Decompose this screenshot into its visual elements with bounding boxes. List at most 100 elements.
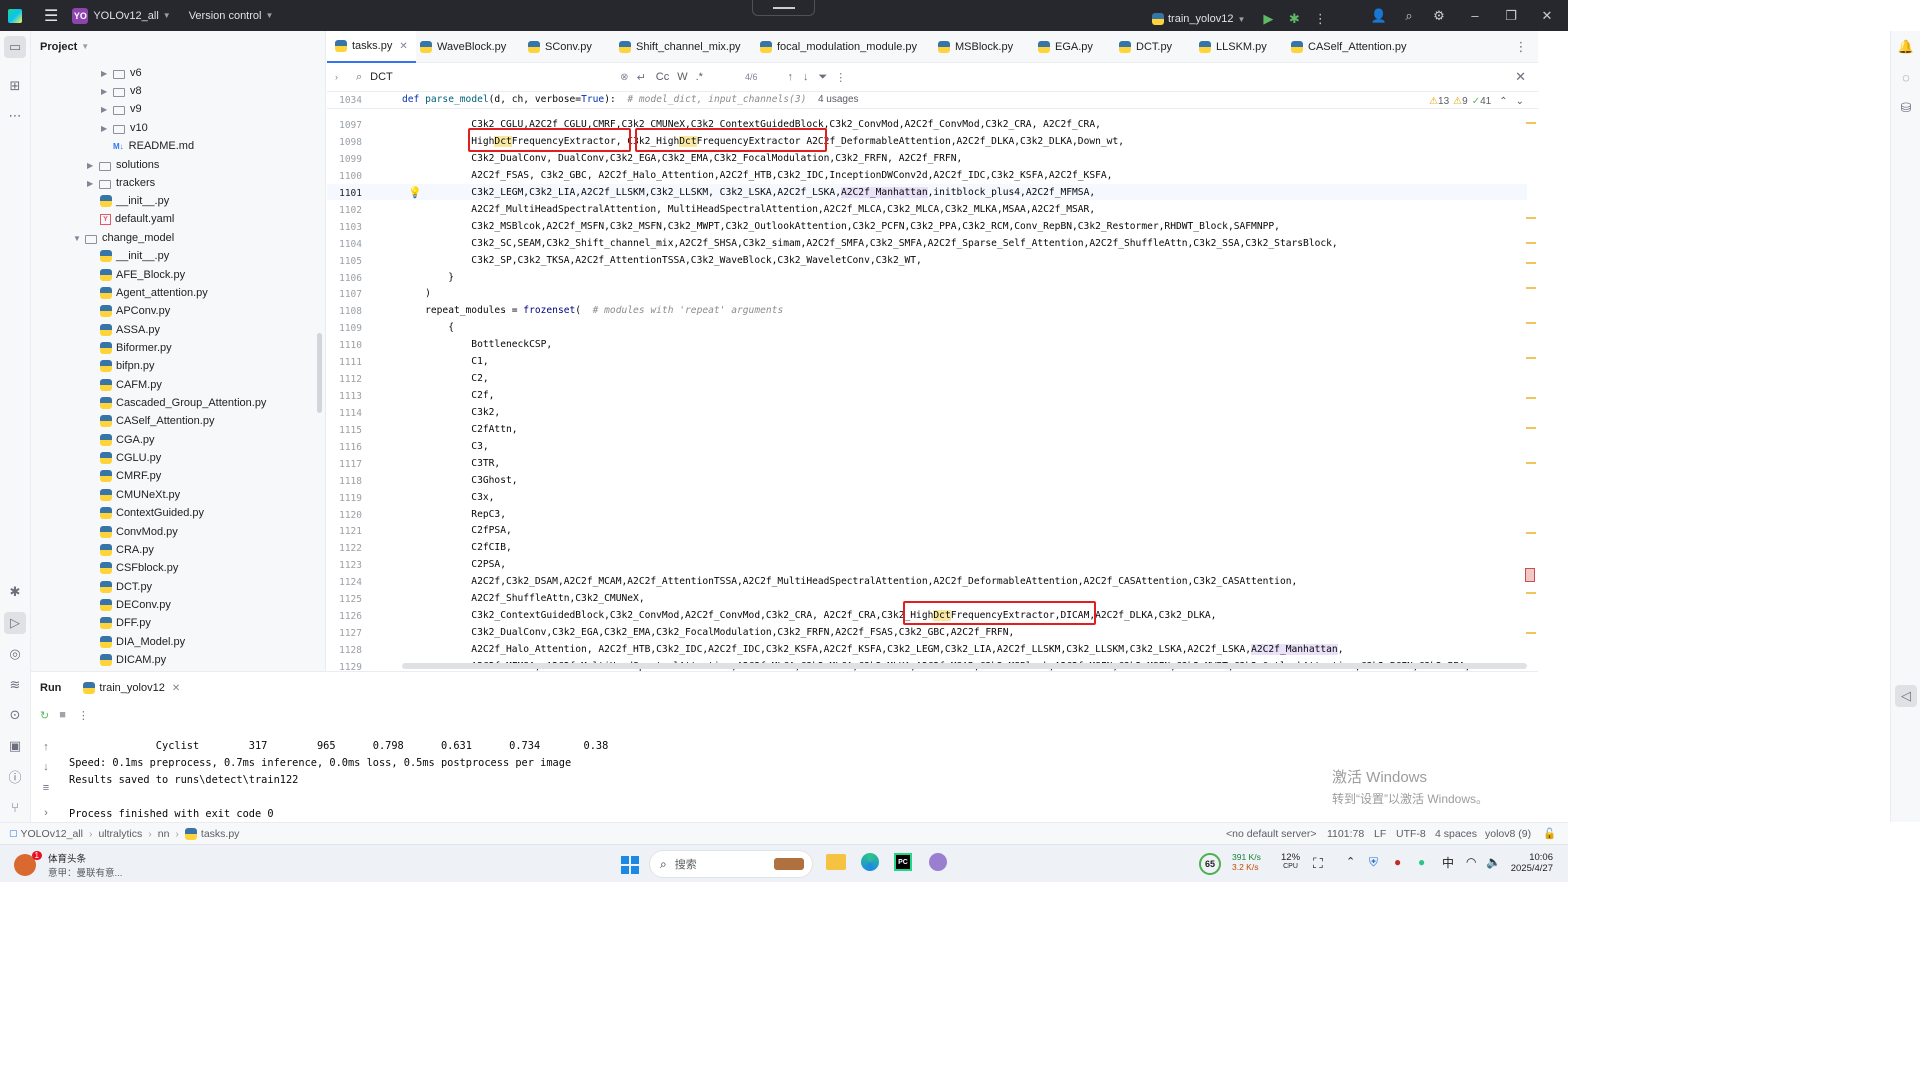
- error-stripe-marker[interactable]: [1526, 397, 1536, 399]
- whole-words-toggle[interactable]: W: [677, 71, 687, 83]
- breadcrumb-item[interactable]: ultralytics: [98, 828, 142, 840]
- tree-item[interactable]: ▶ solutions: [87, 156, 159, 174]
- project-scrollbar[interactable]: [317, 333, 322, 413]
- tree-item[interactable]: ASSA.py: [100, 321, 160, 339]
- editor-tab[interactable]: focal_modulation_module.py: [760, 31, 917, 63]
- window-drag-handle[interactable]: [752, 0, 815, 16]
- tree-item[interactable]: ▶ v9: [101, 100, 142, 118]
- tree-item[interactable]: DICAM.py: [100, 651, 166, 669]
- collapse-panel-icon[interactable]: ◁: [1895, 685, 1917, 707]
- editor-tab[interactable]: Shift_channel_mix.py: [619, 31, 741, 63]
- editor-tab[interactable]: MSBlock.py: [938, 31, 1013, 63]
- settings-icon[interactable]: ⚙: [1428, 5, 1450, 27]
- search-icon[interactable]: ⌕: [356, 71, 362, 84]
- tree-item[interactable]: DEConv.py: [100, 596, 171, 614]
- tree-item[interactable]: bifpn.py: [100, 357, 155, 375]
- problems-icon[interactable]: ⓘ: [4, 765, 26, 787]
- close-tab-icon[interactable]: ✕: [172, 683, 180, 694]
- services-icon[interactable]: ⊙: [4, 704, 26, 726]
- inspection-widget[interactable]: ⚠ 13 ⚠ 9 ✓ 41 ⌃ ⌄: [1429, 96, 1524, 107]
- error-stripe-marker[interactable]: [1526, 462, 1536, 464]
- rerun-icon[interactable]: ↻: [40, 709, 49, 722]
- tree-item[interactable]: CRA.py: [100, 541, 154, 559]
- code-with-me-icon[interactable]: 👤: [1368, 5, 1390, 27]
- tree-item[interactable]: AFE_Block.py: [100, 266, 185, 284]
- more-tools-icon[interactable]: ⋯: [4, 105, 26, 127]
- project-badge[interactable]: YO: [72, 7, 89, 24]
- previous-match-icon[interactable]: ↑: [787, 71, 793, 83]
- pycharm-taskbar-icon[interactable]: PC: [894, 853, 912, 871]
- shield-icon[interactable]: ⛨: [1369, 855, 1378, 870]
- version-control-menu[interactable]: Version control ▼: [189, 10, 274, 22]
- tree-item[interactable]: Cascaded_Group_Attention.py: [100, 394, 266, 412]
- next-match-icon[interactable]: ↓: [803, 71, 809, 83]
- structure-tool-icon[interactable]: ⊞: [4, 75, 26, 97]
- tree-item[interactable]: ContextGuided.py: [100, 504, 204, 522]
- editor-tab[interactable]: tasks.py ✕: [327, 31, 416, 63]
- edge-browser-icon[interactable]: [861, 853, 879, 871]
- run-configuration-selector[interactable]: train_yolov12 ▼ ▶ ✱ ⋮: [1152, 8, 1331, 30]
- file-explorer-icon[interactable]: [826, 854, 846, 870]
- chevron-up-icon[interactable]: ⌃: [1346, 855, 1355, 868]
- line-separator[interactable]: LF: [1374, 828, 1386, 840]
- volume-icon[interactable]: 🔈: [1486, 855, 1501, 869]
- input-method-indicator[interactable]: 中: [1442, 854, 1454, 871]
- news-widget[interactable]: 1 体育头条 意甲：曼联有意...: [14, 851, 122, 879]
- wechat-icon[interactable]: ●: [1418, 855, 1425, 869]
- next-highlight-icon[interactable]: ⌄: [1516, 96, 1524, 107]
- editor-tab[interactable]: DCT.py: [1119, 31, 1172, 63]
- screen-capture-icon[interactable]: ⛶: [1313, 855, 1323, 872]
- error-stripe-marker[interactable]: [1526, 217, 1536, 219]
- indent-setting[interactable]: 4 spaces: [1435, 828, 1477, 840]
- editor-tab[interactable]: WaveBlock.py: [420, 31, 506, 63]
- tab-more-icon[interactable]: ⋮: [1510, 36, 1532, 58]
- scroll-up-icon[interactable]: ↑: [35, 736, 57, 758]
- error-stripe-marker[interactable]: [1526, 427, 1536, 429]
- tree-item[interactable]: M↓ README.md: [113, 137, 194, 155]
- tree-item[interactable]: CGLU.py: [100, 449, 161, 467]
- chevron-right-icon[interactable]: ▶: [101, 105, 113, 114]
- tree-item[interactable]: CSFblock.py: [100, 559, 178, 577]
- caret-position[interactable]: 1101:78: [1327, 828, 1364, 840]
- tree-item[interactable]: ▶ v10: [101, 119, 148, 137]
- tree-item[interactable]: __init__.py: [100, 247, 169, 265]
- regex-toggle[interactable]: .*: [696, 71, 703, 83]
- run-tab[interactable]: train_yolov12 ✕: [83, 682, 180, 694]
- run-tool-icon[interactable]: ▷: [4, 612, 26, 634]
- more-options-icon[interactable]: ⋮: [78, 709, 89, 722]
- editor-tab[interactable]: SConv.py: [528, 31, 592, 63]
- tree-item[interactable]: Ydefault.yaml: [100, 210, 174, 228]
- tree-item[interactable]: ▶ trackers: [87, 174, 155, 192]
- deployment-server[interactable]: <no default server>: [1226, 828, 1316, 840]
- main-menu-icon[interactable]: ☰: [44, 6, 58, 26]
- usages-hint[interactable]: 4 usages: [818, 94, 859, 105]
- code-editor[interactable]: 1034 def parse_model(d, ch, verbose=True…: [327, 92, 1538, 671]
- stop-icon[interactable]: ■: [59, 709, 66, 721]
- error-stripe-marker[interactable]: [1526, 287, 1536, 289]
- clock[interactable]: 10:06 2025/4/27: [1508, 852, 1553, 874]
- search-input[interactable]: DCT: [370, 71, 620, 83]
- layers-icon[interactable]: ≋: [4, 674, 26, 696]
- breadcrumb-item[interactable]: YOLOv12_all: [21, 828, 83, 840]
- filter-icon[interactable]: ⏷: [818, 71, 827, 84]
- tree-item[interactable]: Agent_attention.py: [100, 284, 208, 302]
- project-tool-icon[interactable]: ▭: [4, 36, 26, 58]
- tree-item[interactable]: ▶ v6: [101, 64, 142, 82]
- editor-tab[interactable]: EGA.py: [1038, 31, 1093, 63]
- error-stripe-marker[interactable]: [1526, 262, 1536, 264]
- error-stripe-marker[interactable]: [1526, 322, 1536, 324]
- terminal-icon[interactable]: ▣: [4, 735, 26, 757]
- tree-item[interactable]: Biformer.py: [100, 339, 172, 357]
- python-console-icon[interactable]: ◎: [4, 643, 26, 665]
- tree-item[interactable]: __init__.py: [100, 192, 169, 210]
- tree-item[interactable]: CASelf_Attention.py: [100, 412, 214, 430]
- editor-tab[interactable]: LLSKM.py: [1199, 31, 1267, 63]
- error-stripe-marker[interactable]: [1526, 357, 1536, 359]
- tree-item[interactable]: CAFM.py: [100, 376, 162, 394]
- run-icon[interactable]: ▶: [1257, 8, 1279, 30]
- chevron-right-icon[interactable]: ▶: [101, 124, 113, 133]
- tree-item[interactable]: CGA.py: [100, 431, 155, 449]
- error-stripe-marker[interactable]: [1526, 592, 1536, 594]
- previous-highlight-icon[interactable]: ⌃: [1499, 96, 1507, 107]
- database-icon[interactable]: ⛁: [1895, 97, 1917, 119]
